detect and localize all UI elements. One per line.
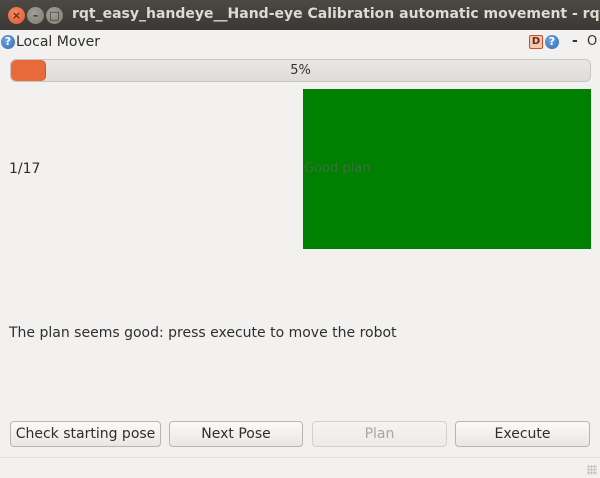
minimize-window-button[interactable]: – xyxy=(27,7,44,24)
execute-button[interactable]: Execute xyxy=(455,421,590,447)
plugin-header: ? Local Mover D ? - O xyxy=(0,32,600,52)
status-message: The plan seems good: press execute to mo… xyxy=(9,325,397,341)
help-icon[interactable]: ? xyxy=(1,35,15,49)
plan-status-panel: Good plan xyxy=(303,89,591,249)
progress-label: 5% xyxy=(290,63,311,78)
minimize-plugin-button[interactable]: - xyxy=(572,33,578,49)
resize-grip-icon[interactable] xyxy=(587,465,597,475)
close-window-button[interactable]: × xyxy=(8,7,25,24)
debug-d-icon[interactable]: D xyxy=(529,35,543,49)
plan-status-text: Good plan xyxy=(304,161,371,176)
progress-bar: 5% xyxy=(10,59,591,82)
next-pose-button[interactable]: Next Pose xyxy=(169,421,303,447)
maximize-window-button[interactable]: □ xyxy=(46,7,63,24)
plan-button[interactable]: Plan xyxy=(312,421,447,447)
window-title-bar[interactable]: × – □ rqt_easy_handeye__Hand-eye Calibra… xyxy=(0,0,600,30)
window-title: rqt_easy_handeye__Hand-eye Calibration a… xyxy=(72,6,600,22)
plugin-title: Local Mover xyxy=(16,34,101,50)
plugin-help-icon[interactable]: ? xyxy=(545,35,559,49)
status-bar xyxy=(0,457,600,478)
float-plugin-button[interactable]: O xyxy=(587,34,597,49)
pose-counter: 1/17 xyxy=(9,161,41,177)
check-starting-pose-button[interactable]: Check starting pose xyxy=(10,421,161,447)
